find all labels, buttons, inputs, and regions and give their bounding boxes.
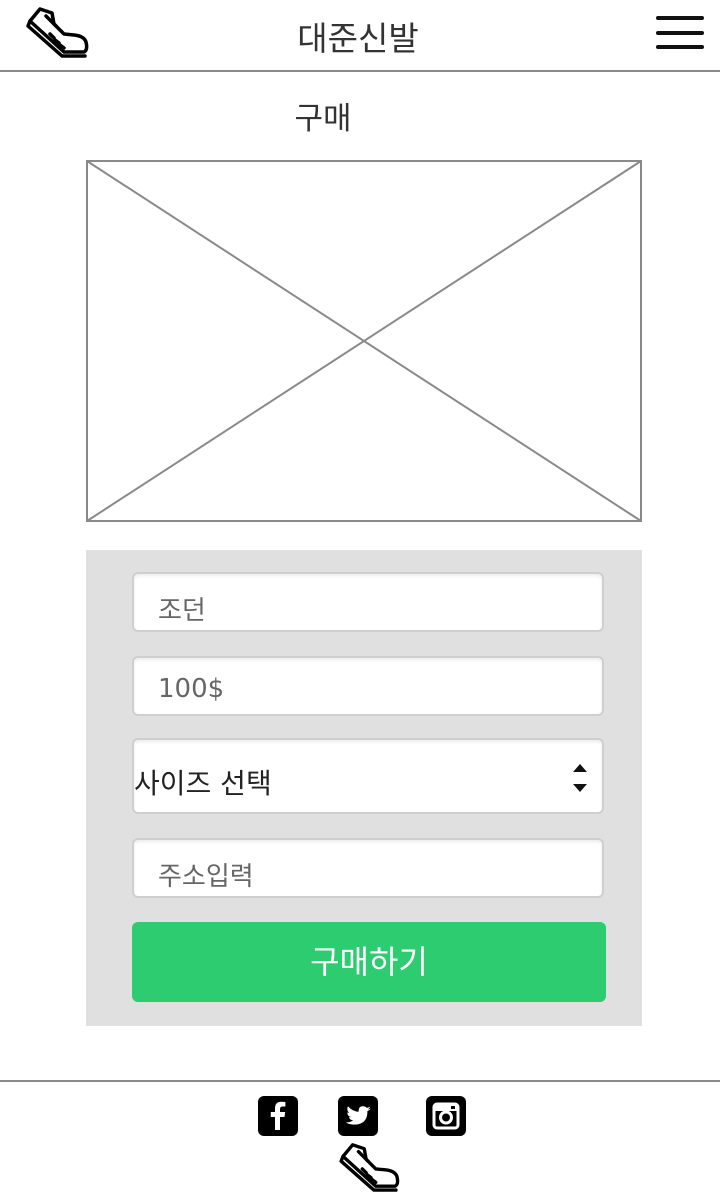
product-name-field[interactable]: 조던 (132, 572, 604, 632)
instagram-icon[interactable] (426, 1096, 466, 1136)
hamburger-menu-icon[interactable] (656, 16, 704, 50)
address-field[interactable]: 주소입력 (132, 838, 604, 898)
size-select-value: 사이즈 선택 (134, 767, 272, 800)
size-select[interactable]: 사이즈 선택 (132, 738, 604, 814)
price-value: 100$ (158, 674, 225, 704)
buy-button[interactable]: 구매하기 (132, 922, 606, 1002)
product-name-value: 조던 (158, 596, 206, 626)
purchase-form: 조던 100$ 사이즈 선택 주소입력 구매하기 (86, 550, 642, 1026)
shoe-icon[interactable] (338, 1140, 402, 1192)
image-placeholder-icon (86, 160, 642, 522)
footer-divider (0, 1080, 720, 1082)
page-title: 구매 (294, 101, 352, 137)
twitter-icon[interactable] (338, 1096, 378, 1136)
facebook-icon[interactable] (258, 1096, 298, 1136)
price-field[interactable]: 100$ (132, 656, 604, 716)
brand-title: 대준신발 (297, 19, 419, 58)
app-header: 대준신발 (0, 0, 720, 72)
sort-arrows-icon (570, 760, 590, 796)
address-placeholder: 주소입력 (158, 862, 254, 892)
